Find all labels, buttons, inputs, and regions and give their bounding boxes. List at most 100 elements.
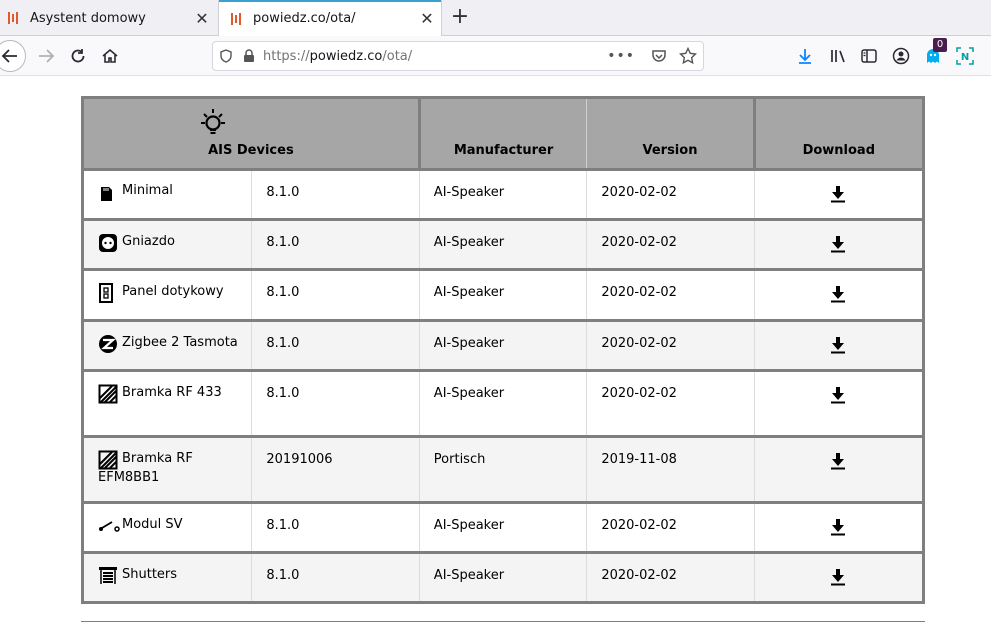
page-actions-menu-icon[interactable]: ••• <box>607 48 635 64</box>
manufacturer-cell: AI-Speaker <box>418 502 587 554</box>
device-cell: Bramka RF EFM8BB1 <box>80 436 252 504</box>
download-arrow-icon <box>831 236 846 253</box>
power-socket-icon <box>98 233 118 253</box>
table-header-row: AIS Devices Manufacturer Version Downloa… <box>81 96 926 171</box>
device-name: Gniazdo <box>122 234 175 249</box>
url-scheme: https:// <box>263 48 310 64</box>
ghostery-extension-button[interactable]: 0 <box>921 38 947 68</box>
account-icon <box>892 47 910 65</box>
extension-badge: 0 <box>933 38 947 52</box>
header-ais-devices-wrap: AIS Devices <box>84 109 418 158</box>
device-name: Panel dotykowy <box>122 284 224 299</box>
date-cell: 2020-02-02 <box>586 269 755 322</box>
rf-bridge-icon <box>98 450 118 470</box>
device-cell: Gniazdo <box>80 219 252 271</box>
manufacturer-cell: Portisch <box>418 436 587 504</box>
table-row: Shutters 8.1.0 AI-Speaker 2020-02-02 <box>80 552 926 604</box>
device-cell: Panel dotykowy <box>80 269 252 322</box>
download-button[interactable] <box>830 285 846 307</box>
n-extension-button[interactable]: N <box>953 44 977 68</box>
download-arrow-icon <box>831 453 846 470</box>
download-button[interactable] <box>830 386 846 408</box>
download-cell <box>753 370 926 438</box>
ota-devices-table: AIS Devices Manufacturer Version Downloa… <box>80 96 926 604</box>
reload-button[interactable] <box>62 40 94 72</box>
version-cell: 8.1.0 <box>251 552 420 604</box>
url-path: /ota/ <box>382 48 413 64</box>
device-name: Bramka RF 433 <box>122 385 222 400</box>
manufacturer-cell: AI-Speaker <box>418 269 587 322</box>
device-name: Shutters <box>122 567 178 582</box>
bookmark-star-icon[interactable] <box>678 46 698 69</box>
library-button[interactable] <box>826 44 850 68</box>
table-row: Gniazdo 8.1.0 AI-Speaker 2020-02-02 <box>80 219 926 271</box>
download-button[interactable] <box>830 235 846 257</box>
lock-icon[interactable] <box>239 49 259 63</box>
download-cell <box>753 502 926 554</box>
bottom-divider <box>81 621 925 622</box>
version-cell: 8.1.0 <box>251 320 420 372</box>
device-cell: Zigbee 2 Tasmota <box>80 320 252 372</box>
download-arrow-icon <box>831 186 846 203</box>
download-cell <box>753 436 926 504</box>
tab-asystent-domowy[interactable]: Asystent domowy ✕ <box>0 0 216 36</box>
download-button[interactable] <box>830 568 846 590</box>
manufacturer-cell: AI-Speaker <box>418 370 587 438</box>
arrow-right-icon <box>39 49 55 63</box>
manufacturer-cell: AI-Speaker <box>418 552 587 604</box>
lightbulb-icon <box>201 109 225 134</box>
arrow-left-icon <box>1 49 17 63</box>
address-bar[interactable]: https://powiedz.co/ota/ ••• <box>212 41 704 71</box>
download-button[interactable] <box>830 452 846 474</box>
tab-powiedz-ota[interactable]: powiedz.co/ota/ ✕ <box>218 0 442 37</box>
download-arrow-icon <box>831 519 846 536</box>
back-button[interactable] <box>0 40 26 72</box>
date-cell: 2020-02-02 <box>586 320 755 372</box>
manufacturer-cell: AI-Speaker <box>418 219 587 271</box>
device-cell: Modul SV <box>80 502 252 554</box>
device-cell: Bramka RF 433 <box>80 370 252 438</box>
download-button[interactable] <box>830 518 846 540</box>
download-cell <box>753 269 926 322</box>
account-button[interactable] <box>889 44 913 68</box>
shutters-icon <box>98 566 118 586</box>
forward-button[interactable] <box>30 40 62 72</box>
svg-text:N: N <box>961 52 969 63</box>
tab-strip: Asystent domowy ✕ powiedz.co/ota/ ✕ + <box>0 0 991 37</box>
date-cell: 2020-02-02 <box>586 219 755 271</box>
download-arrow-icon <box>831 569 846 586</box>
table-row: Zigbee 2 Tasmota 8.1.0 AI-Speaker 2020-02-0… <box>80 320 926 372</box>
download-button[interactable] <box>830 336 846 358</box>
touch-panel-icon <box>98 283 118 303</box>
device-name: Modul SV <box>122 517 183 532</box>
header-ais-devices: AIS Devices <box>81 96 421 171</box>
table-row: Panel dotykowy 8.1.0 AI-Speaker 2020-02-02 <box>80 269 926 322</box>
device-name: Zigbee 2 Tasmota <box>122 335 238 350</box>
device-cell: Shutters <box>80 552 252 604</box>
switch-icon <box>98 516 120 536</box>
device-cell: Minimal <box>80 169 252 221</box>
sidebar-button[interactable] <box>857 44 881 68</box>
header-manufacturer: Manufacturer <box>418 96 588 171</box>
zigbee-icon <box>98 334 118 354</box>
new-tab-button[interactable]: + <box>448 4 472 32</box>
rf-bridge-icon <box>98 384 118 404</box>
download-button[interactable] <box>830 185 846 207</box>
home-button[interactable] <box>94 40 126 72</box>
download-arrow-icon <box>831 337 846 354</box>
manufacturer-cell: AI-Speaker <box>418 320 587 372</box>
device-name: Minimal <box>122 183 173 198</box>
reload-icon <box>71 49 85 63</box>
header-version: Version <box>586 96 755 171</box>
library-icon <box>831 50 845 63</box>
table-row: Modul SV 8.1.0 AI-Speaker 2020-02-02 <box>80 502 926 554</box>
close-tab-icon[interactable]: ✕ <box>413 9 441 28</box>
date-cell: 2020-02-02 <box>586 169 755 221</box>
download-cell <box>753 169 926 221</box>
pocket-icon[interactable] <box>651 48 667 68</box>
downloads-button[interactable] <box>793 44 817 68</box>
close-tab-icon[interactable]: ✕ <box>188 9 216 28</box>
tracking-protection-shield-icon[interactable] <box>213 49 239 63</box>
header-label: AIS Devices <box>208 143 294 158</box>
site-favicon-icon <box>6 10 20 26</box>
